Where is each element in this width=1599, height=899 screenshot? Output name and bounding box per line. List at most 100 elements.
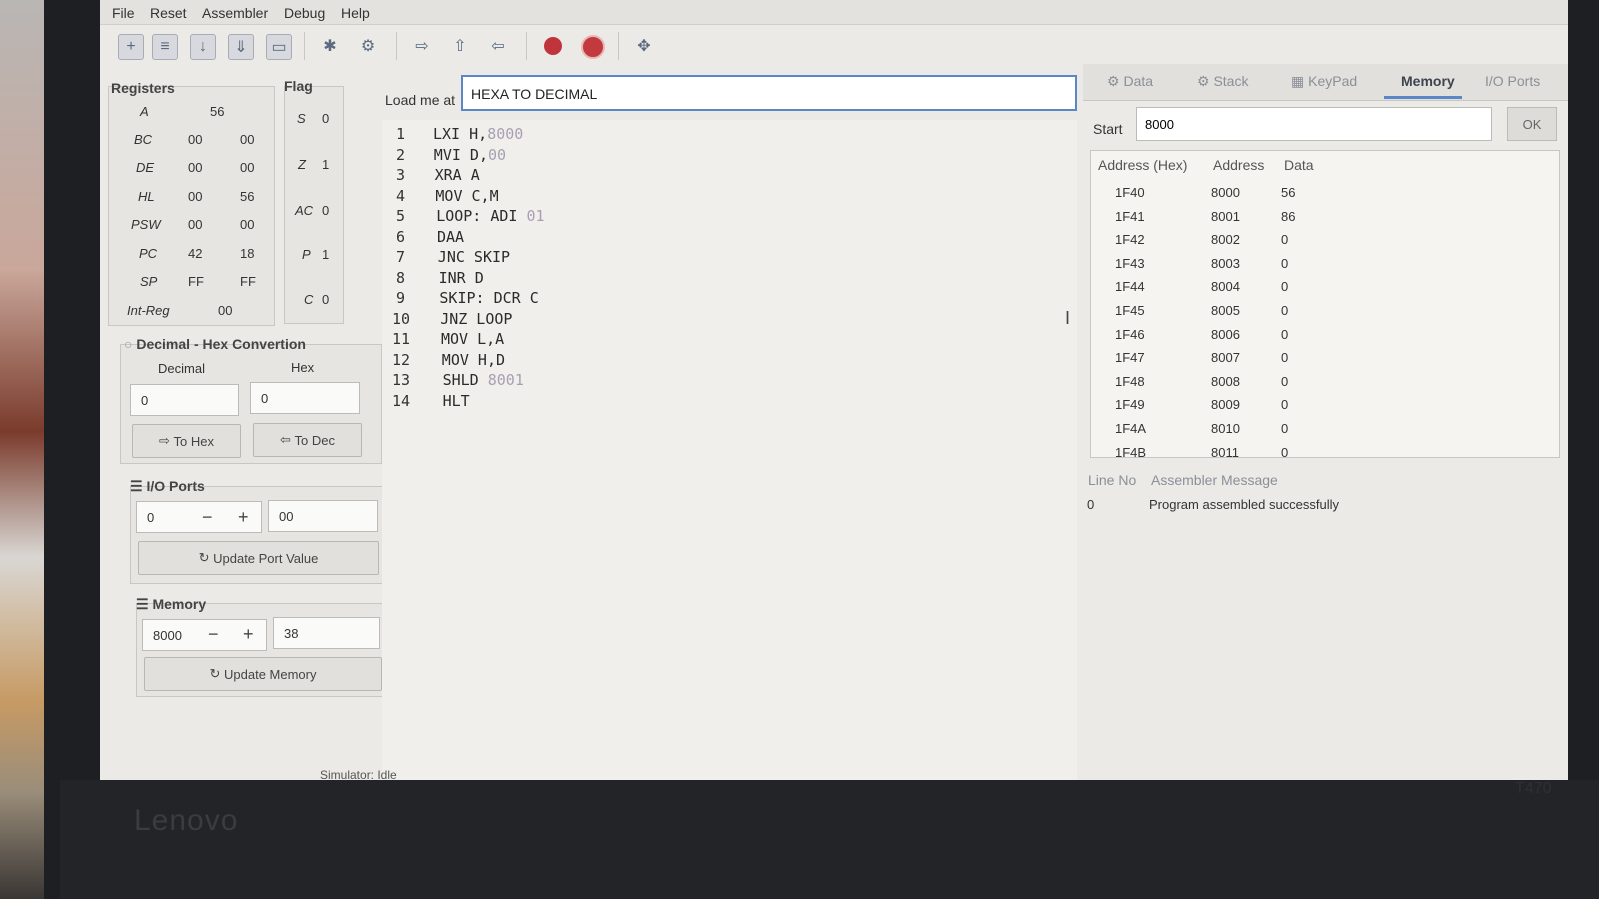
code-line[interactable]: JNZ LOOP	[440, 310, 512, 328]
row-data: 0	[1281, 255, 1289, 271]
stack-icon: ⚙	[1197, 73, 1214, 89]
save-icon[interactable]: ↓	[190, 34, 216, 60]
code-line[interactable]: MVI D,00	[434, 146, 506, 164]
tab-keypad[interactable]: ▦ KeyPad	[1291, 73, 1357, 90]
load-label: Load me at	[385, 92, 456, 108]
stop-icon[interactable]	[581, 35, 605, 59]
update-memory-button[interactable]: ↻ Update Memory	[144, 657, 382, 691]
start-input[interactable]: 8000	[1136, 107, 1492, 141]
line-number: 5	[396, 207, 406, 225]
code-line[interactable]: LOOP: ADI 01	[436, 207, 544, 225]
code-line[interactable]: HLT	[443, 392, 470, 410]
flag-name: Z	[298, 157, 306, 172]
tab-stack[interactable]: ⚙ Stack	[1197, 73, 1248, 90]
line-number: 10	[392, 309, 411, 328]
code-line[interactable]: MOV H,D	[442, 351, 505, 369]
tab-stack-label: Stack	[1213, 73, 1249, 89]
step-back-icon[interactable]: ⇦	[486, 34, 510, 58]
code-line[interactable]: MOV L,A	[441, 330, 504, 348]
menu-reset[interactable]: Reset	[150, 5, 187, 21]
row-data: 86	[1281, 208, 1296, 224]
code-line[interactable]: SHLD 8001	[443, 371, 524, 389]
open-icon[interactable]: ≡	[152, 34, 178, 60]
code-text: DAA	[437, 227, 465, 246]
hex-input[interactable]: 0	[250, 382, 360, 414]
row-address-hex: 1F49	[1115, 397, 1145, 413]
menu-assembler[interactable]: Assembler	[202, 5, 268, 21]
toolbar: + ≡ ↓ ⇓ ▭ ✱ ⚙ ⇨ ⇧ ⇦ ✥	[100, 28, 1568, 64]
load-input[interactable]: HEXA TO DECIMAL	[461, 75, 1077, 111]
new-file-icon[interactable]: +	[118, 34, 144, 60]
tab-data-label: Data	[1123, 73, 1154, 89]
refresh-icon: ↻	[209, 666, 225, 681]
to-hex-button[interactable]: ⇨ To Hex	[132, 424, 241, 458]
decimal-input[interactable]: 0	[130, 384, 239, 416]
menu-file[interactable]: File	[112, 5, 135, 21]
memory-increment-button[interactable]: +	[243, 624, 254, 645]
line-number: 13	[392, 371, 411, 389]
code-line[interactable]: LXI H,8000	[433, 125, 523, 143]
status-bar: Simulator: Idle	[320, 768, 397, 780]
code-text: HLT	[442, 391, 470, 410]
menu-debug[interactable]: Debug	[284, 5, 325, 21]
register-name: A	[140, 104, 149, 119]
memory-value-input[interactable]: 38	[273, 617, 380, 649]
update-port-button[interactable]: ↻ Update Port Value	[138, 541, 379, 575]
move-icon[interactable]: ✥	[632, 34, 656, 58]
step-over-icon[interactable]: ⇨	[410, 34, 434, 58]
code-line[interactable]: JNC SKIP	[438, 248, 510, 266]
code-line[interactable]: MOV C,M	[435, 187, 498, 205]
code-line[interactable]: XRA A	[435, 166, 480, 184]
assemble-icon[interactable]: ✱	[318, 34, 342, 58]
flag-panel	[284, 86, 344, 324]
toolbar-separator	[618, 32, 619, 60]
run-icon[interactable]	[544, 37, 562, 55]
brand-logo: Lenovo	[134, 804, 239, 837]
print-icon[interactable]: ▭	[266, 34, 292, 60]
register-value-low: 56	[240, 189, 255, 204]
model-label: T470	[1515, 780, 1552, 797]
line-number: 8	[396, 268, 406, 287]
tab-memory[interactable]: Memory	[1401, 73, 1455, 89]
menu-help[interactable]: Help	[341, 5, 370, 21]
code-text: MOV H,D	[441, 350, 506, 369]
row-address-hex: 1F44	[1115, 279, 1145, 295]
to-dec-label: To Dec	[294, 432, 335, 448]
conversion-title-text: Decimal - Hex Convertion	[136, 336, 306, 352]
ok-button[interactable]: OK	[1507, 107, 1557, 141]
code-operand: 8001	[487, 371, 524, 389]
settings-icon[interactable]: ⚙	[356, 34, 380, 58]
tab-data[interactable]: ⚙ Data	[1107, 73, 1153, 90]
list-icon: ☰	[136, 596, 153, 612]
code-line[interactable]: INR D	[439, 269, 484, 287]
port-decrement-button[interactable]: −	[202, 507, 213, 528]
arrow-left-icon: ⇦	[280, 432, 295, 447]
flag-name: S	[297, 111, 306, 126]
right-tabs: ⚙ Data ⚙ Stack ▦ KeyPad Memory I/O Ports	[1083, 64, 1568, 101]
code-text: MOV L,A	[441, 330, 505, 348]
row-address: 8007	[1211, 350, 1240, 366]
header-address-hex: Address (Hex)	[1098, 157, 1188, 173]
keypad-icon: ▦	[1291, 73, 1309, 89]
to-dec-button[interactable]: ⇦ To Dec	[253, 423, 362, 457]
registers-title: Registers	[111, 80, 175, 96]
port-value-input[interactable]: 00	[268, 500, 378, 532]
register-name: Int-Reg	[127, 303, 170, 318]
register-name: DE	[136, 160, 155, 175]
step-up-icon[interactable]: ⇧	[448, 34, 472, 58]
row-address-hex: 1F45	[1115, 303, 1145, 318]
memory-title: ☰ Memory	[136, 596, 206, 613]
row-address: 8006	[1211, 326, 1240, 342]
row-address-hex: 1F4A	[1115, 421, 1147, 436]
line-number: 2	[396, 145, 406, 164]
line-number: 7	[396, 248, 406, 266]
update-port-label: Update Port Value	[213, 550, 319, 566]
code-line[interactable]: DAA	[437, 228, 464, 246]
save-as-icon[interactable]: ⇓	[228, 34, 254, 60]
port-increment-button[interactable]: +	[238, 507, 249, 528]
tab-io-ports[interactable]: I/O Ports	[1485, 73, 1540, 89]
memory-decrement-button[interactable]: −	[208, 624, 219, 645]
flag-value: 0	[322, 203, 330, 218]
code-text: JNC SKIP	[437, 248, 511, 266]
code-line[interactable]: SKIP: DCR C	[439, 289, 538, 307]
